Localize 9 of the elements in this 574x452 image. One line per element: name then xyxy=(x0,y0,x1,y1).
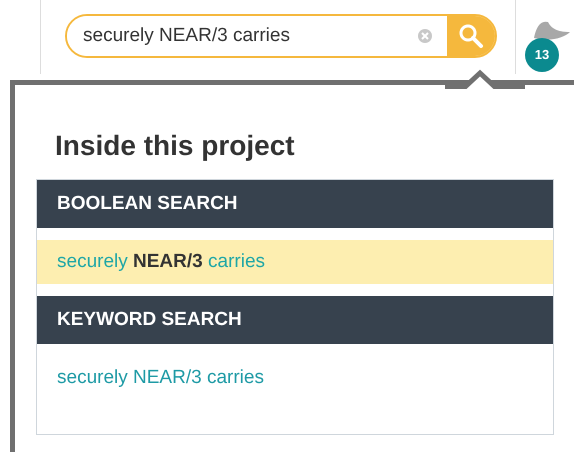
notification-count[interactable]: 13 xyxy=(525,38,559,72)
clear-icon[interactable] xyxy=(417,28,433,44)
search-button[interactable] xyxy=(447,16,495,56)
search-suggestion[interactable]: securely NEAR/3 carries xyxy=(37,240,553,284)
dropdown-title: Inside this project xyxy=(55,129,296,163)
section-header: BOOLEAN SEARCH xyxy=(37,180,553,228)
search-icon xyxy=(457,22,485,50)
section-header: KEYWORD SEARCH xyxy=(37,296,553,344)
search-field[interactable]: securely NEAR/3 carries xyxy=(65,14,497,58)
